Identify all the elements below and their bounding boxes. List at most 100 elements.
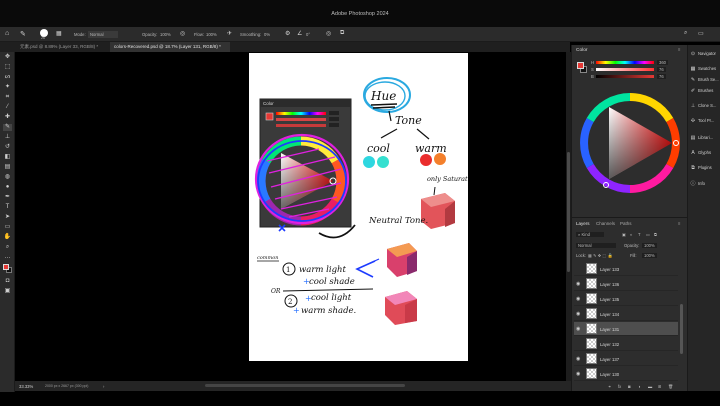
- layer-row[interactable]: ◉ Layer 130: [574, 367, 678, 381]
- filter-type-icon[interactable]: T: [638, 232, 641, 237]
- smoothing-settings-icon[interactable]: ⚙: [285, 30, 290, 37]
- eye-icon[interactable]: ◉: [576, 296, 580, 302]
- eye-icon[interactable]: ◉: [576, 326, 580, 332]
- filter-kind-select[interactable]: ⌕ Kind: [576, 232, 604, 237]
- move-tool-icon[interactable]: ✥: [3, 54, 12, 61]
- tab-document-2[interactable]: colors-Recovered.psd @ 18.7% (Layer 131,…: [110, 42, 230, 52]
- flow-input[interactable]: 100%: [206, 32, 217, 37]
- brightness-value[interactable]: 76: [657, 74, 666, 79]
- fill-input[interactable]: 100%: [642, 253, 657, 258]
- eye-icon[interactable]: ◉: [576, 281, 580, 287]
- dock-navigator[interactable]: ⊙ Navigator: [690, 51, 720, 65]
- zoom-level[interactable]: 33.33%: [19, 384, 33, 389]
- healing-tool-icon[interactable]: ✚: [3, 114, 12, 121]
- dock-brushes[interactable]: ✐ Brushes: [690, 88, 720, 102]
- layer-name[interactable]: Layer 130: [600, 372, 619, 377]
- smoothing-input[interactable]: 0%: [264, 32, 270, 37]
- dock-clone-source[interactable]: ⊥ Clone S...: [690, 103, 720, 117]
- foreground-color-swatch[interactable]: [3, 264, 9, 270]
- scroll-thumb[interactable]: [567, 152, 570, 272]
- airbrush-icon[interactable]: ✈: [227, 30, 232, 37]
- color-panel-title[interactable]: Color: [576, 48, 587, 53]
- dock-info[interactable]: ⓘ Info: [690, 180, 720, 194]
- tab-paths[interactable]: Paths: [620, 221, 632, 226]
- dock-libraries[interactable]: ▤ Librari...: [690, 135, 720, 149]
- lasso-tool-icon[interactable]: ᔕ: [3, 74, 12, 81]
- layer-name[interactable]: Layer 135: [600, 297, 619, 302]
- eyedropper-tool-icon[interactable]: ⁄: [3, 104, 12, 111]
- layer-name[interactable]: Layer 132: [600, 342, 619, 347]
- hue-value[interactable]: 360: [657, 60, 668, 65]
- dock-glyphs[interactable]: A Glyphs: [690, 150, 720, 164]
- layer-row[interactable]: ◉ Layer 134: [574, 307, 678, 321]
- document-canvas[interactable]: Color Hue Tone cool warm only Saturat Ne…: [249, 53, 468, 361]
- history-brush-icon[interactable]: ↺: [3, 144, 12, 151]
- pressure-size-icon[interactable]: ◎: [326, 30, 331, 37]
- filter-smart-icon[interactable]: ⧉: [654, 232, 657, 237]
- dock-tool-presets[interactable]: ✣ Tool Pr...: [690, 118, 720, 132]
- layer-row[interactable]: ◉ Layer 135: [574, 292, 678, 306]
- link-layers-icon[interactable]: ⚭: [608, 384, 612, 389]
- status-arrow-icon[interactable]: ›: [103, 384, 104, 389]
- filter-shape-icon[interactable]: ▭: [646, 232, 650, 237]
- tab-document-1[interactable]: 元素.psd @ 8.89% (Layer 33, RGB/8) *: [16, 42, 108, 52]
- brightness-slider[interactable]: [596, 75, 654, 78]
- layer-row[interactable]: Layer 133: [574, 262, 678, 276]
- lock-icons[interactable]: ▦ ✎ ✥ ⬚ 🔒: [588, 253, 613, 259]
- layer-name[interactable]: Layer 133: [600, 267, 619, 272]
- layers-panel-menu-icon[interactable]: ≡: [678, 221, 680, 226]
- blur-tool-icon[interactable]: ◍: [3, 174, 12, 181]
- layer-row[interactable]: ◉ Layer 136: [574, 277, 678, 291]
- marquee-tool-icon[interactable]: ⬚: [3, 64, 12, 71]
- saturation-value[interactable]: 76: [657, 67, 666, 72]
- more-tools-icon[interactable]: …: [3, 254, 12, 261]
- adjustment-layer-icon[interactable]: ◑: [638, 384, 641, 389]
- quick-mask-icon[interactable]: ◘: [3, 278, 12, 285]
- document-info[interactable]: 2000 px x 2667 px (300 ppi): [45, 384, 88, 388]
- layer-mask-icon[interactable]: ◙: [628, 384, 631, 389]
- search-icon[interactable]: ⌕: [684, 30, 687, 37]
- brush-settings-toggle-icon[interactable]: ▦: [56, 30, 62, 37]
- type-tool-icon[interactable]: T: [3, 204, 12, 211]
- new-group-icon[interactable]: ▬: [648, 384, 652, 389]
- mode-select[interactable]: Normal: [88, 31, 118, 38]
- gradient-tool-icon[interactable]: ▤: [3, 164, 12, 171]
- screen-mode-icon[interactable]: ▣: [3, 288, 12, 295]
- new-layer-icon[interactable]: ⊞: [658, 384, 662, 389]
- tab-layers[interactable]: Layers: [576, 221, 590, 226]
- stamp-tool-icon[interactable]: ⊥: [3, 134, 12, 141]
- dock-plugins[interactable]: ⧉ Plugins: [690, 165, 720, 179]
- eye-icon[interactable]: ◉: [576, 371, 580, 377]
- color-wheel[interactable]: [576, 89, 684, 197]
- blend-mode-select[interactable]: Normal: [576, 243, 616, 248]
- layer-row[interactable]: Layer 132: [574, 337, 678, 351]
- layer-row[interactable]: ◉ Layer 137: [574, 352, 678, 366]
- magic-wand-tool-icon[interactable]: ✦: [3, 84, 12, 91]
- brush-tool-icon[interactable]: ✎: [20, 30, 26, 38]
- symmetry-icon[interactable]: ⧉: [340, 30, 344, 37]
- layers-scrollbar[interactable]: [680, 304, 683, 354]
- layer-row-selected[interactable]: ◉ Layer 131: [574, 322, 678, 336]
- path-selection-icon[interactable]: ➤: [3, 214, 12, 221]
- hue-slider[interactable]: [596, 61, 654, 64]
- layer-name[interactable]: Layer 131: [600, 327, 619, 332]
- crop-tool-icon[interactable]: ⌗: [3, 94, 12, 101]
- home-icon[interactable]: ⌂: [5, 30, 9, 37]
- filter-adjustment-icon[interactable]: ◐: [630, 232, 633, 237]
- eye-icon[interactable]: ◉: [576, 311, 580, 317]
- layer-name[interactable]: Layer 134: [600, 312, 619, 317]
- layer-opacity-input[interactable]: 100%: [642, 243, 657, 248]
- eraser-tool-icon[interactable]: ◧: [3, 154, 12, 161]
- layer-name[interactable]: Layer 137: [600, 357, 619, 362]
- layer-name[interactable]: Layer 136: [600, 282, 619, 287]
- dodge-tool-icon[interactable]: ●: [3, 184, 12, 191]
- color-panel-foreground-swatch[interactable]: [577, 62, 584, 69]
- hand-tool-icon[interactable]: ✋: [3, 234, 12, 241]
- eye-icon[interactable]: ◉: [576, 356, 580, 362]
- brush-tool-icon[interactable]: ✎: [3, 124, 12, 131]
- panel-menu-icon[interactable]: ≡: [678, 47, 680, 52]
- delete-layer-icon[interactable]: 🗑: [668, 384, 673, 390]
- layer-style-icon[interactable]: fx: [618, 384, 621, 389]
- tab-channels[interactable]: Channels: [596, 221, 615, 226]
- angle-input[interactable]: 0°: [306, 32, 310, 37]
